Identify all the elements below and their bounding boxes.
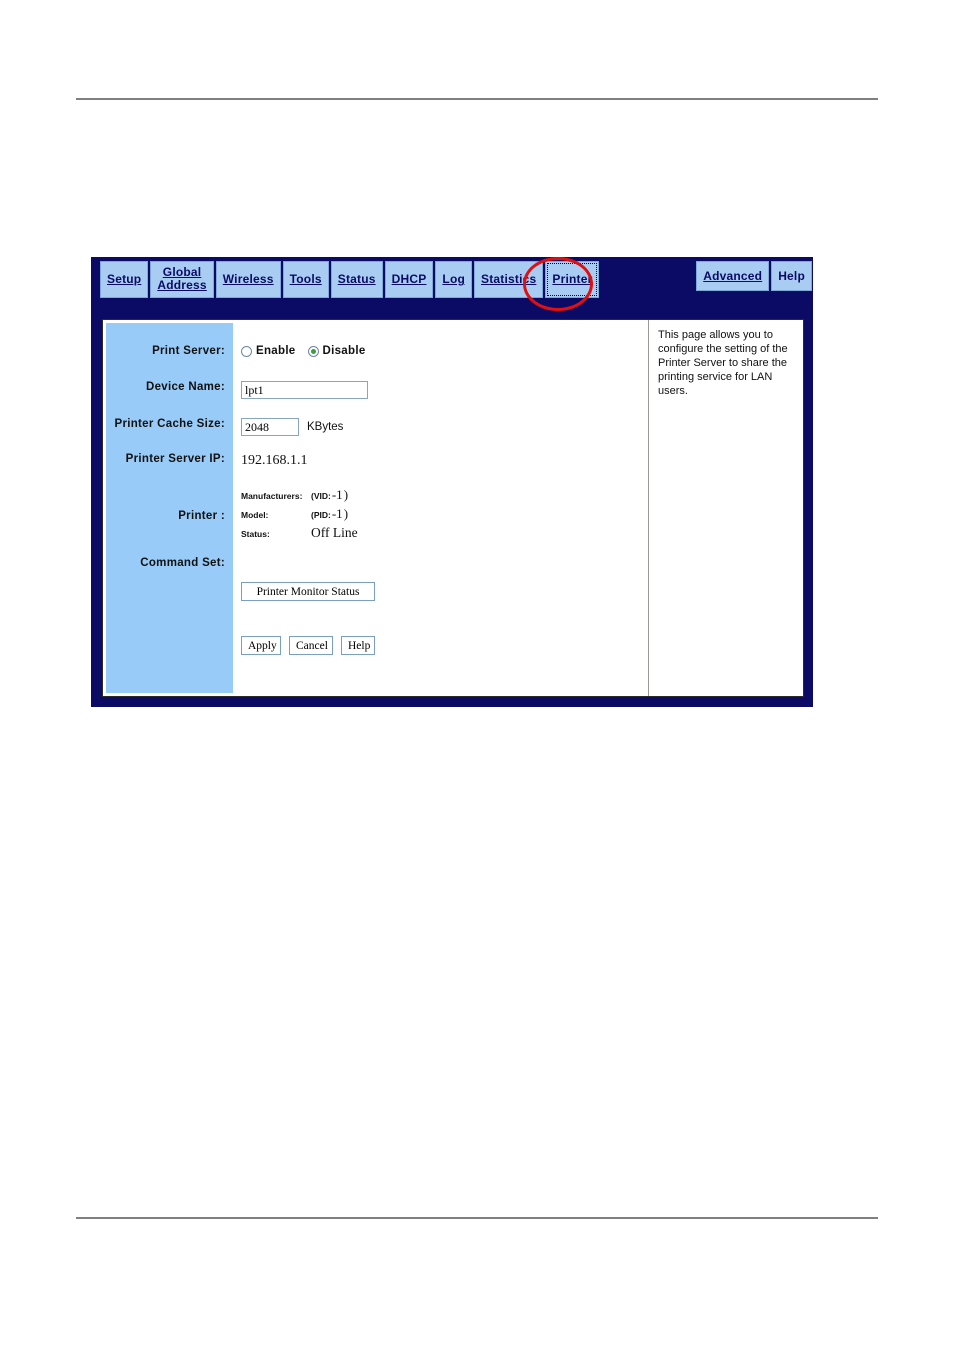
row-printer-info: Printer : Manufacturers: (VID: -1 ) Mode…: [103, 486, 648, 543]
device-name-label: Device Name:: [145, 381, 225, 393]
row-printer-cache-size: Printer Cache Size: KBytes: [103, 418, 648, 436]
page-footer-rule: [76, 1217, 878, 1219]
print-server-label: Print Server:: [152, 345, 225, 357]
tab-statistics-label: Statistics: [481, 272, 537, 286]
printer-pid-close: ): [343, 506, 349, 521]
tab-log[interactable]: Log: [435, 261, 473, 298]
tab-printer[interactable]: Printer: [545, 261, 600, 298]
radio-enable-label: Enable: [256, 345, 296, 357]
cache-size-unit-label: KBytes: [307, 421, 344, 433]
tab-status-label: Status: [337, 272, 376, 286]
cancel-button[interactable]: Cancel: [289, 636, 333, 655]
tab-dhcp[interactable]: DHCP: [384, 261, 434, 298]
device-name-input[interactable]: [241, 381, 368, 399]
radio-enable[interactable]: [241, 345, 252, 357]
radio-disable[interactable]: [307, 345, 319, 357]
help-button[interactable]: Help: [341, 636, 375, 655]
tab-tools-label: Tools: [289, 272, 322, 286]
navigation-bar: Setup Global Address Wireless Tools Stat…: [91, 257, 813, 316]
print-server-radio-group: Enable Disable: [241, 345, 648, 357]
tab-wireless-label: Wireless: [222, 272, 274, 286]
row-device-name: Device Name:: [103, 381, 648, 399]
printer-server-ip-value: 192.168.1.1: [241, 453, 308, 468]
radio-disable-label: Disable: [322, 345, 366, 357]
printer-vid-key: (VID:: [311, 491, 331, 501]
row-printer-server-ip: Printer Server IP: 192.168.1.1: [103, 453, 648, 469]
printer-status-value: Off Line: [311, 525, 358, 540]
command-set-label: Command Set:: [140, 557, 225, 569]
content-frame: Print Server: Enable Disable Device Name…: [102, 319, 804, 697]
form-button-bar: Apply Cancel Help: [241, 636, 375, 655]
printer-vid-value: -1: [331, 487, 343, 502]
tab-setup-label: Setup: [107, 272, 142, 286]
printer-model-key: Model:: [241, 510, 269, 520]
row-command-set: Command Set:: [103, 557, 648, 569]
tab-status[interactable]: Status: [330, 261, 383, 298]
secondary-tab-group: Advanced Help: [696, 261, 812, 291]
tab-setup[interactable]: Setup: [100, 261, 149, 298]
printer-server-ip-label: Printer Server IP:: [125, 453, 225, 465]
tab-dhcp-label: DHCP: [391, 272, 427, 286]
printer-vid-close: ): [343, 487, 349, 502]
tab-advanced-label: Advanced: [703, 268, 763, 283]
printer-monitor-button-wrap: Printer Monitor Status: [241, 582, 375, 601]
row-print-server: Print Server: Enable Disable: [103, 345, 648, 357]
tab-tools[interactable]: Tools: [282, 261, 329, 298]
help-panel-text: This page allows you to configure the se…: [658, 329, 788, 397]
tab-log-label: Log: [442, 272, 466, 286]
printer-status-line: Status: Off Line: [241, 524, 648, 543]
tab-global-address-label: Global Address: [157, 265, 207, 292]
tab-global-address[interactable]: Global Address: [150, 261, 214, 298]
printer-manufacturers-key: Manufacturers:: [241, 491, 303, 501]
printer-label: Printer :: [178, 510, 225, 522]
printer-monitor-status-button[interactable]: Printer Monitor Status: [241, 582, 375, 601]
tab-help-label: Help: [778, 268, 805, 283]
tab-advanced[interactable]: Advanced: [696, 261, 770, 291]
printer-pid-value: -1: [331, 506, 343, 521]
printer-model-line: Model: (PID: -1 ): [241, 505, 648, 524]
help-panel: This page allows you to configure the se…: [649, 320, 803, 696]
tab-statistics[interactable]: Statistics: [474, 261, 544, 298]
printer-settings-form: Print Server: Enable Disable Device Name…: [103, 320, 649, 696]
primary-tab-group: Setup Global Address Wireless Tools Stat…: [100, 261, 600, 298]
tab-wireless[interactable]: Wireless: [215, 261, 281, 298]
router-admin-screenshot: Setup Global Address Wireless Tools Stat…: [91, 257, 813, 707]
printer-cache-size-label: Printer Cache Size:: [114, 418, 225, 430]
printer-pid-key: (PID:: [311, 510, 331, 520]
page-header-rule: [76, 98, 878, 100]
printer-status-key: Status:: [241, 529, 270, 539]
tab-printer-label: Printer: [552, 272, 593, 286]
printer-manufacturers-line: Manufacturers: (VID: -1 ): [241, 486, 648, 505]
printer-info-block: Manufacturers: (VID: -1 ) Model: (PID: -…: [241, 486, 648, 543]
printer-cache-size-input[interactable]: [241, 418, 299, 436]
tab-help[interactable]: Help: [771, 261, 812, 291]
apply-button[interactable]: Apply: [241, 636, 281, 655]
